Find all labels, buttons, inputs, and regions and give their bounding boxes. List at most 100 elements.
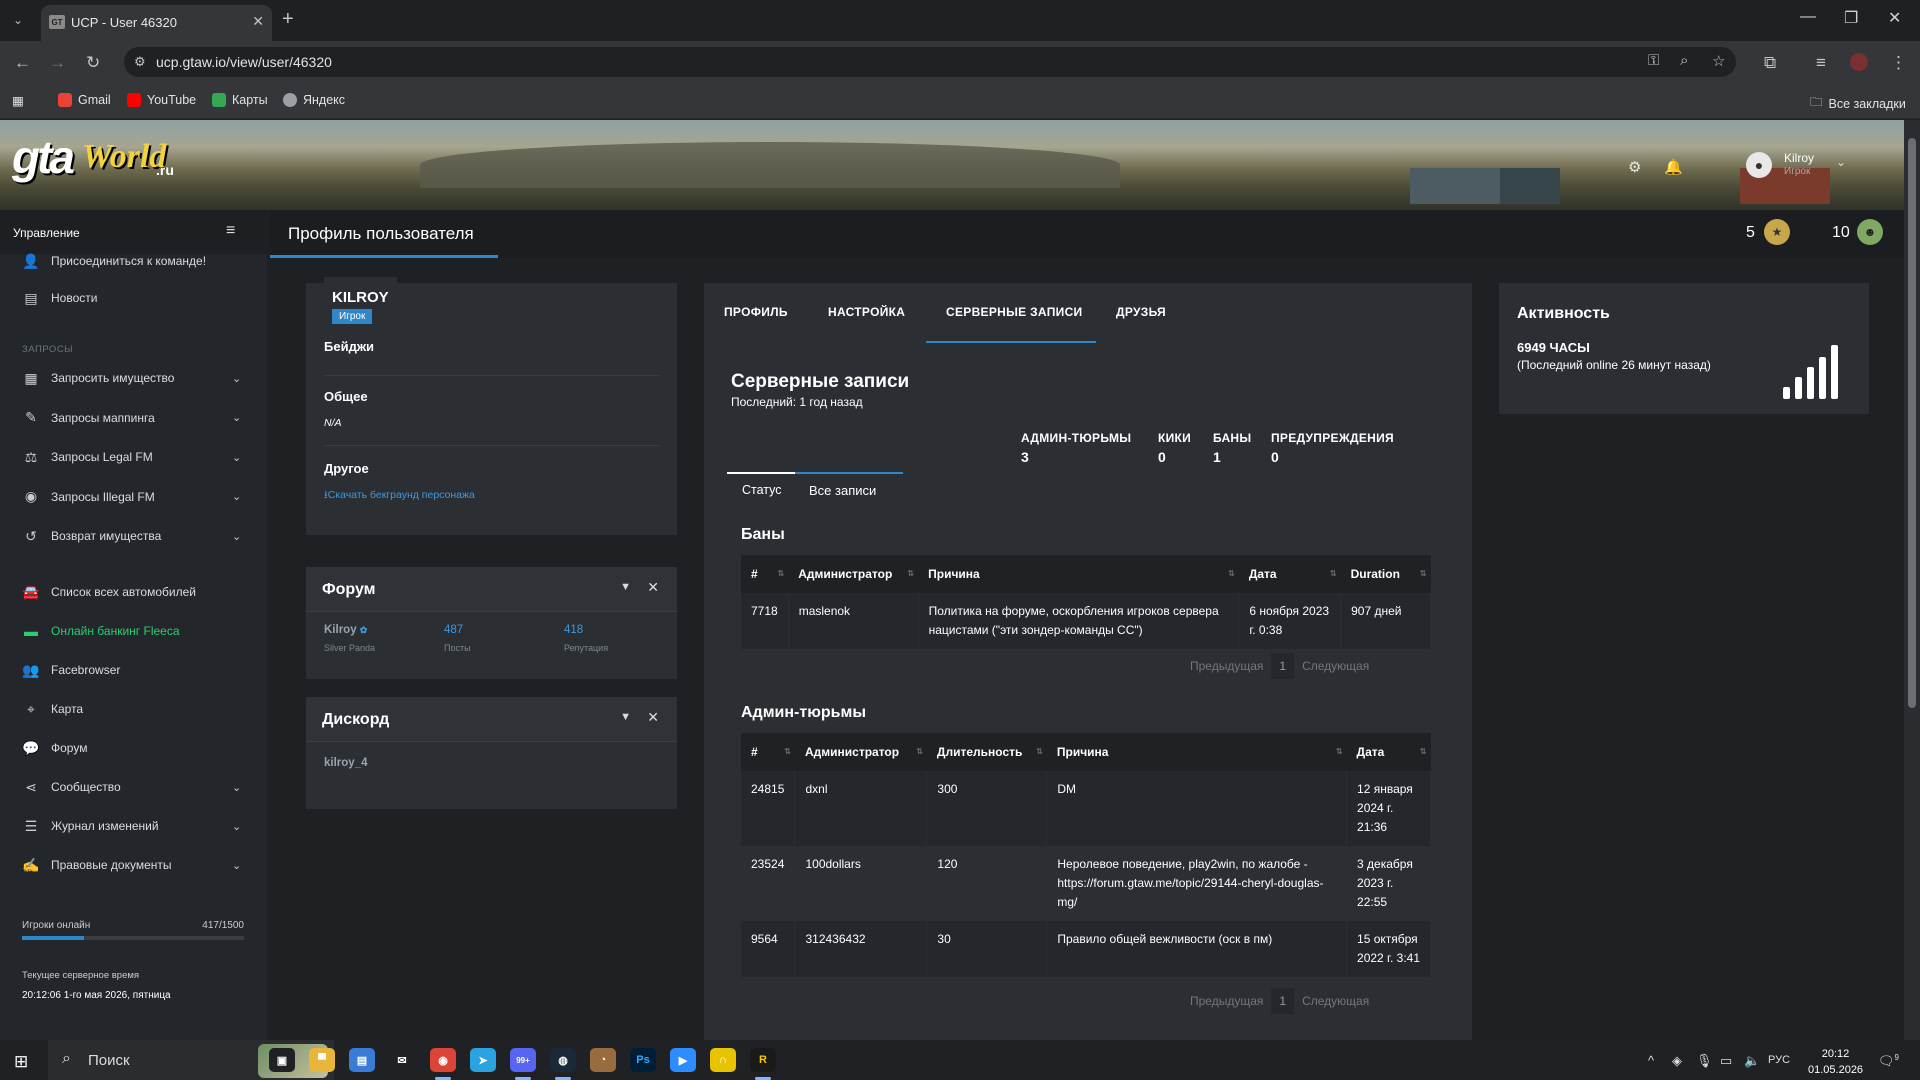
- bookmark-youtube[interactable]: YouTube: [127, 93, 196, 107]
- minimize-icon[interactable]: —: [1800, 8, 1816, 26]
- tab-search-button[interactable]: ⌄: [4, 9, 32, 31]
- pager-previous[interactable]: Предыдущая: [1182, 988, 1271, 1014]
- notifications-icon[interactable]: 🗨9: [1878, 1053, 1899, 1069]
- tab-close-icon[interactable]: ✕: [252, 13, 264, 30]
- mail-icon[interactable]: ✉: [389, 1048, 415, 1072]
- column-header[interactable]: Длительность ⇅: [926, 733, 1047, 771]
- pager-next[interactable]: Следующая: [1294, 988, 1377, 1014]
- hamburger-menu-icon[interactable]: ≡: [226, 222, 235, 240]
- volume-icon[interactable]: 🔈: [1744, 1053, 1760, 1069]
- tab-settings[interactable]: НАСТРОЙКА: [828, 305, 905, 319]
- collapse-caret-icon[interactable]: ▼: [620, 581, 631, 593]
- pager-page[interactable]: 1: [1271, 653, 1295, 679]
- reload-icon[interactable]: ↻: [86, 53, 100, 73]
- sidebar-item[interactable]: 🚘 Список всех автомобилей: [0, 577, 267, 607]
- sidebar-item[interactable]: ▤ Новости: [0, 283, 267, 313]
- column-header[interactable]: Администратор ⇅: [788, 555, 919, 593]
- sidebar-item[interactable]: ⚖ Запросы Legal FM ⌄: [0, 442, 267, 472]
- download-background-link[interactable]: ⭳Скачать бекграунд персонажа: [324, 487, 475, 505]
- rockstar-icon[interactable]: R: [750, 1048, 776, 1072]
- tab-server-records[interactable]: СЕРВЕРНЫЕ ЗАПИСИ: [946, 305, 1082, 319]
- column-header[interactable]: Дата ⇅: [1238, 555, 1341, 593]
- sidebar-item[interactable]: ✍ Правовые документы ⌄: [0, 850, 267, 880]
- pager-page[interactable]: 1: [1271, 988, 1295, 1014]
- gta-world-logo[interactable]: gta World .ru: [12, 126, 174, 196]
- tray-app-icon[interactable]: ◈: [1672, 1053, 1682, 1069]
- forum-posts[interactable]: 487: [444, 624, 463, 636]
- omnibox[interactable]: ⚙ ucp.gtaw.io/view/user/46320 ⚿ ⌕ ☆: [124, 47, 1736, 77]
- site-info-icon[interactable]: ⚙: [134, 54, 146, 70]
- column-header[interactable]: Дата ⇅: [1346, 733, 1431, 771]
- sidebar-item[interactable]: ✎ Запросы маппинга ⌄: [0, 403, 267, 433]
- telegram-icon[interactable]: ➤: [470, 1048, 496, 1072]
- apps-icon[interactable]: ▦: [12, 93, 24, 108]
- windows-start-icon[interactable]: ⊞: [14, 1052, 28, 1072]
- url-text[interactable]: ucp.gtaw.io/view/user/46320: [156, 54, 332, 70]
- media-icon[interactable]: ≡: [1816, 53, 1826, 73]
- menu-icon[interactable]: ⋮: [1890, 53, 1907, 73]
- file-explorer-icon[interactable]: ▀: [309, 1048, 335, 1072]
- user-avatar-icon[interactable]: ●: [1746, 152, 1772, 178]
- sidebar-item[interactable]: ↺ Возврат имущества ⌄: [0, 521, 267, 551]
- app-icon[interactable]: ◔: [590, 1048, 616, 1072]
- pager-previous[interactable]: Предыдущая: [1182, 653, 1271, 679]
- back-icon[interactable]: ←: [14, 53, 31, 73]
- photoshop-icon[interactable]: Ps: [630, 1048, 656, 1072]
- store-icon[interactable]: ▤: [349, 1048, 375, 1072]
- notifications-bell-icon[interactable]: 🔔: [1664, 158, 1683, 176]
- user-menu-chevron-icon[interactable]: ⌄: [1836, 155, 1846, 169]
- sidebar-item[interactable]: ⌖ Карта: [0, 694, 267, 724]
- extensions-icon[interactable]: ⧉: [1764, 53, 1776, 73]
- headphones-icon[interactable]: ∩: [710, 1048, 736, 1072]
- sidebar-item[interactable]: ☰ Журнал изменений ⌄: [0, 811, 267, 841]
- bookmark-star-icon[interactable]: ☆: [1712, 52, 1725, 70]
- column-header[interactable]: Причина ⇅: [1046, 733, 1347, 771]
- key-icon[interactable]: ⚿: [1648, 52, 1659, 69]
- column-header[interactable]: # ⇅: [741, 733, 795, 771]
- profile-avatar[interactable]: [1850, 53, 1868, 71]
- zoom-icon[interactable]: ⌕: [1680, 52, 1688, 69]
- sidebar-item[interactable]: ▬ Онлайн банкинг Fleeca: [0, 616, 267, 646]
- taskbar-clock[interactable]: 20:12 01.05.2026: [1808, 1046, 1863, 1078]
- forum-username[interactable]: Kilroy ✿: [324, 624, 367, 636]
- bookmark-gmail[interactable]: Gmail: [58, 93, 111, 107]
- column-header[interactable]: Duration ⇅: [1340, 555, 1431, 593]
- tray-chevron-icon[interactable]: ^: [1648, 1053, 1654, 1068]
- sidebar-item[interactable]: 💬 Форум: [0, 733, 267, 763]
- network-icon[interactable]: ▭: [1720, 1053, 1732, 1069]
- column-header[interactable]: Администратор ⇅: [794, 733, 927, 771]
- sidebar-item[interactable]: ◉ Запросы Illegal FM ⌄: [0, 482, 267, 512]
- bookmark-maps[interactable]: Карты: [212, 93, 268, 107]
- discord-icon[interactable]: 99+: [510, 1048, 536, 1072]
- column-header[interactable]: Причина ⇅: [918, 555, 1239, 593]
- subtab-all-records[interactable]: Все записи: [809, 483, 876, 515]
- forward-icon[interactable]: →: [49, 53, 66, 73]
- sidebar-item[interactable]: ▦ Запросить имущество ⌄: [0, 363, 267, 393]
- collapse-caret-icon[interactable]: ▼: [620, 711, 631, 723]
- chrome-icon[interactable]: ◉: [430, 1048, 456, 1072]
- all-bookmarks[interactable]: 🗀 Все закладки: [1810, 93, 1906, 114]
- sidebar-item[interactable]: ⋖ Сообщество ⌄: [0, 772, 267, 802]
- sidebar-item[interactable]: 👤 Присоединиться к команде!: [0, 246, 267, 276]
- new-tab-icon[interactable]: +: [282, 8, 294, 31]
- forum-reputation[interactable]: 418: [564, 624, 583, 636]
- page-scrollbar[interactable]: [1904, 120, 1920, 1040]
- pager-next[interactable]: Следующая: [1294, 653, 1377, 679]
- browser-tab[interactable]: GT UCP - User 46320 ✕: [41, 5, 272, 41]
- bookmark-yandex[interactable]: Яндекс: [283, 93, 345, 107]
- tab-profile[interactable]: ПРОФИЛЬ: [724, 305, 788, 319]
- column-header[interactable]: # ⇅: [741, 555, 789, 593]
- settings-gear-icon[interactable]: ⚙: [1628, 158, 1641, 176]
- microphone-icon[interactable]: 🎙: [1696, 1053, 1713, 1069]
- close-icon[interactable]: ✕: [647, 579, 659, 596]
- close-icon[interactable]: ✕: [647, 709, 659, 726]
- subtab-status[interactable]: Статус: [742, 483, 782, 515]
- tab-friends[interactable]: ДРУЗЬЯ: [1116, 305, 1166, 319]
- steam-icon[interactable]: ◍: [550, 1048, 576, 1072]
- restore-icon[interactable]: ❐: [1844, 8, 1858, 28]
- scrollbar-thumb[interactable]: [1908, 138, 1916, 708]
- language-indicator[interactable]: РУС: [1768, 1054, 1790, 1066]
- sidebar-item[interactable]: 👥 Facebrowser: [0, 655, 267, 685]
- user-name[interactable]: Kilroy: [1784, 151, 1814, 165]
- zoom-icon[interactable]: ▶: [670, 1048, 696, 1072]
